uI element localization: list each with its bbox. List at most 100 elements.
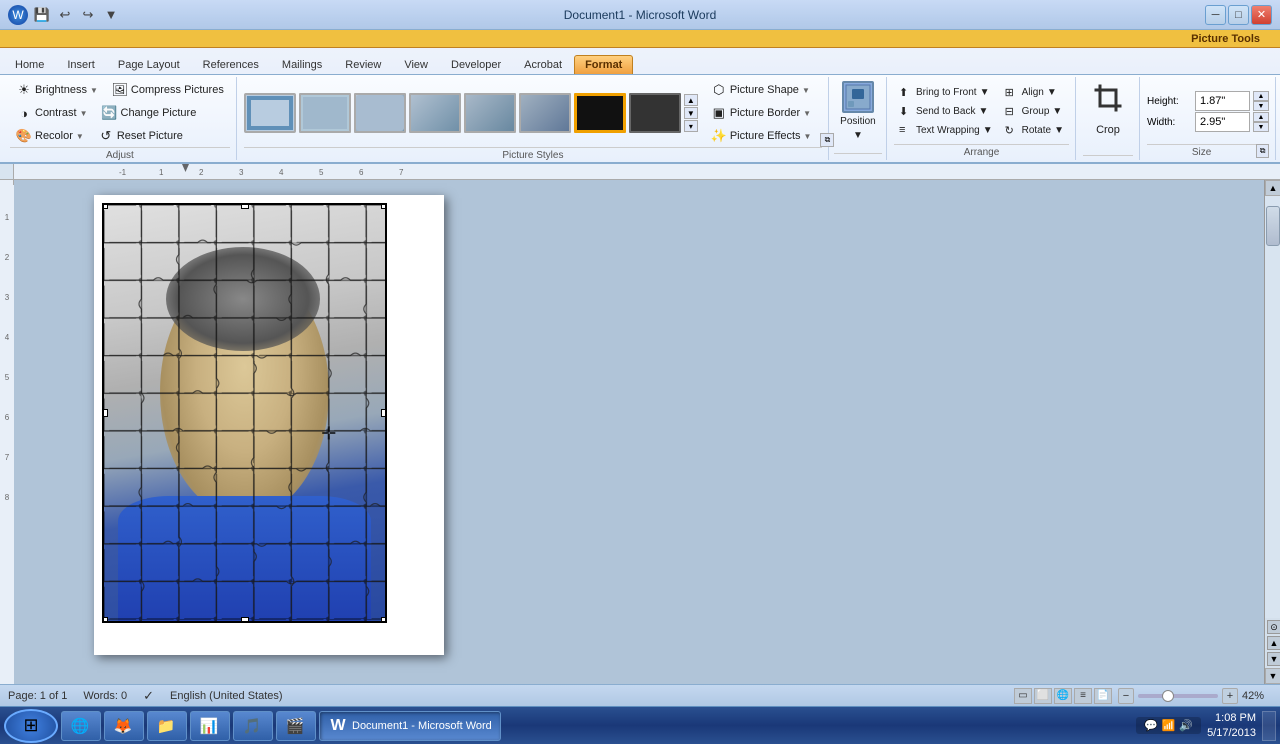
align-button[interactable]: ⊞ Align ▼ <box>1000 84 1069 102</box>
rotate-button[interactable]: ↻ Rotate ▼ <box>1000 122 1069 140</box>
picture-shape-button[interactable]: ⬡ Picture Shape ▼ <box>705 79 818 101</box>
group-button[interactable]: ⊟ Group ▼ <box>1000 103 1069 121</box>
maximize-button[interactable]: □ <box>1228 5 1249 25</box>
scroll-up-button[interactable]: ▲ <box>1265 180 1280 196</box>
tab-review[interactable]: Review <box>334 55 392 74</box>
taskbar-firefox[interactable]: 🦊 <box>104 711 144 741</box>
size-dialog-button[interactable]: ⧉ <box>1256 144 1269 158</box>
handle-br[interactable] <box>381 617 387 623</box>
scrollbar-vertical[interactable]: ▲ ⊙ ▲ ▼ ▼ <box>1264 180 1280 684</box>
style-thumb-7[interactable] <box>574 93 626 133</box>
save-button[interactable]: 💾 <box>32 5 52 25</box>
style-thumb-6[interactable] <box>519 93 571 133</box>
tab-developer[interactable]: Developer <box>440 55 512 74</box>
handle-ml[interactable] <box>102 409 108 417</box>
taskbar-video[interactable]: 🎬 <box>276 711 316 741</box>
taskbar-media[interactable]: 🎵 <box>233 711 273 741</box>
next-page-button[interactable]: ▼ <box>1267 652 1280 666</box>
position-button[interactable]: Position ▼ <box>834 81 882 141</box>
tab-references[interactable]: References <box>192 55 270 74</box>
height-spin-up[interactable]: ▲ <box>1253 91 1269 101</box>
picture-border-button[interactable]: ▣ Picture Border ▼ <box>705 102 818 124</box>
tab-mailings[interactable]: Mailings <box>271 55 333 74</box>
handle-bc[interactable] <box>241 617 249 623</box>
clock[interactable]: 1:08 PM 5/17/2013 <box>1207 711 1256 740</box>
handle-mr[interactable] <box>381 409 387 417</box>
redo-button[interactable]: ↪ <box>78 5 98 25</box>
change-picture-button[interactable]: 🔄 Change Picture <box>96 102 203 124</box>
width-spin-down[interactable]: ▼ <box>1253 122 1269 132</box>
compress-pictures-button[interactable]: 🖼 Compress Pictures <box>106 79 230 101</box>
handle-tl[interactable] <box>102 203 108 209</box>
picture-frame[interactable]: ✛ <box>102 203 387 623</box>
width-input[interactable] <box>1195 112 1250 132</box>
tray-speaker[interactable]: 🔊 <box>1179 719 1193 732</box>
taskbar-excel[interactable]: 📊 <box>190 711 230 741</box>
brightness-button[interactable]: ☀ Brightness ▼ <box>10 79 104 101</box>
crop-group: Crop <box>1077 77 1140 160</box>
show-desktop-button[interactable] <box>1262 711 1276 741</box>
handle-tr[interactable] <box>381 203 387 209</box>
text-wrapping-button[interactable]: ≡ Text Wrapping ▼ <box>894 122 998 140</box>
zoom-in-button[interactable]: + <box>1222 688 1238 704</box>
handle-bl[interactable] <box>102 617 108 623</box>
tab-page-layout[interactable]: Page Layout <box>107 55 191 74</box>
minimize-button[interactable]: ─ <box>1205 5 1226 25</box>
style-thumb-3[interactable] <box>354 93 406 133</box>
zoom-thumb[interactable] <box>1162 690 1174 702</box>
close-button[interactable]: ✕ <box>1251 5 1272 25</box>
tab-insert[interactable]: Insert <box>56 55 106 74</box>
tab-home[interactable]: Home <box>4 55 55 74</box>
reset-picture-button[interactable]: ↺ Reset Picture <box>92 125 189 147</box>
height-input[interactable] <box>1195 91 1250 111</box>
styles-more[interactable]: ▾ <box>684 120 698 132</box>
undo-button[interactable]: ↩ <box>55 5 75 25</box>
print-layout-button[interactable]: ▭ <box>1014 688 1032 704</box>
zoom-slider[interactable] <box>1138 694 1218 698</box>
styles-scroll-down[interactable]: ▼ <box>684 107 698 119</box>
crop-button[interactable]: Crop <box>1083 79 1133 139</box>
handle-tc[interactable] <box>241 203 249 209</box>
document-canvas[interactable]: ✛ <box>14 180 1264 684</box>
zoom-out-button[interactable]: − <box>1118 688 1134 704</box>
draft-view-button[interactable]: 📄 <box>1094 688 1112 704</box>
spell-check-status[interactable]: ✓ <box>143 688 154 704</box>
tab-acrobat[interactable]: Acrobat <box>513 55 573 74</box>
send-to-back-button[interactable]: ⬇ Send to Back ▼ <box>894 103 998 121</box>
scroll-down-button[interactable]: ▼ <box>1265 668 1280 684</box>
style-thumb-1[interactable] <box>244 93 296 133</box>
picture-styles-group: ▲ ▼ ▾ ⬡ Picture Shape ▼ ▣ Picture Border… <box>238 77 829 160</box>
height-spin-down[interactable]: ▼ <box>1253 101 1269 111</box>
tab-format[interactable]: Format <box>574 55 633 74</box>
outline-view-button[interactable]: ≡ <box>1074 688 1092 704</box>
adjust-buttons: ☀ Brightness ▼ 🖼 Compress Pictures ◑ Con… <box>10 79 230 147</box>
web-layout-button[interactable]: 🌐 <box>1054 688 1072 704</box>
scroll-track[interactable] <box>1265 196 1280 618</box>
taskbar-explorer[interactable]: 📁 <box>147 711 187 741</box>
language-status[interactable]: English (United States) <box>170 690 283 702</box>
styles-scroll-up[interactable]: ▲ <box>684 94 698 106</box>
explorer-icon: 📁 <box>156 716 176 736</box>
select-browse-button[interactable]: ⊙ <box>1267 620 1280 634</box>
style-thumb-5[interactable] <box>464 93 516 133</box>
picture-effects-button[interactable]: ✨ Picture Effects ▼ <box>705 125 818 147</box>
tray-network[interactable]: 📶 <box>1162 719 1176 732</box>
word-task-label: Document1 - Microsoft Word <box>352 720 492 732</box>
scroll-thumb[interactable] <box>1266 206 1280 246</box>
recolor-button[interactable]: 🎨 Recolor ▼ <box>10 125 90 147</box>
prev-page-button[interactable]: ▲ <box>1267 636 1280 650</box>
bring-to-front-button[interactable]: ⬆ Bring to Front ▼ <box>894 84 998 102</box>
taskbar-word[interactable]: W Document1 - Microsoft Word <box>319 711 501 741</box>
width-spin-up[interactable]: ▲ <box>1253 112 1269 122</box>
picture-styles-label: Picture Styles <box>244 147 822 161</box>
contrast-button[interactable]: ◑ Contrast ▼ <box>10 102 94 124</box>
tab-view[interactable]: View <box>393 55 439 74</box>
tray-notification[interactable]: 💬 <box>1144 719 1158 732</box>
customize-qa-button[interactable]: ▼ <box>101 5 121 25</box>
taskbar-chrome[interactable]: 🌐 <box>61 711 101 741</box>
start-button[interactable]: ⊞ <box>4 709 58 743</box>
style-thumb-2[interactable] <box>299 93 351 133</box>
style-thumb-8[interactable] <box>629 93 681 133</box>
full-screen-button[interactable]: ⬜ <box>1034 688 1052 704</box>
style-thumb-4[interactable] <box>409 93 461 133</box>
